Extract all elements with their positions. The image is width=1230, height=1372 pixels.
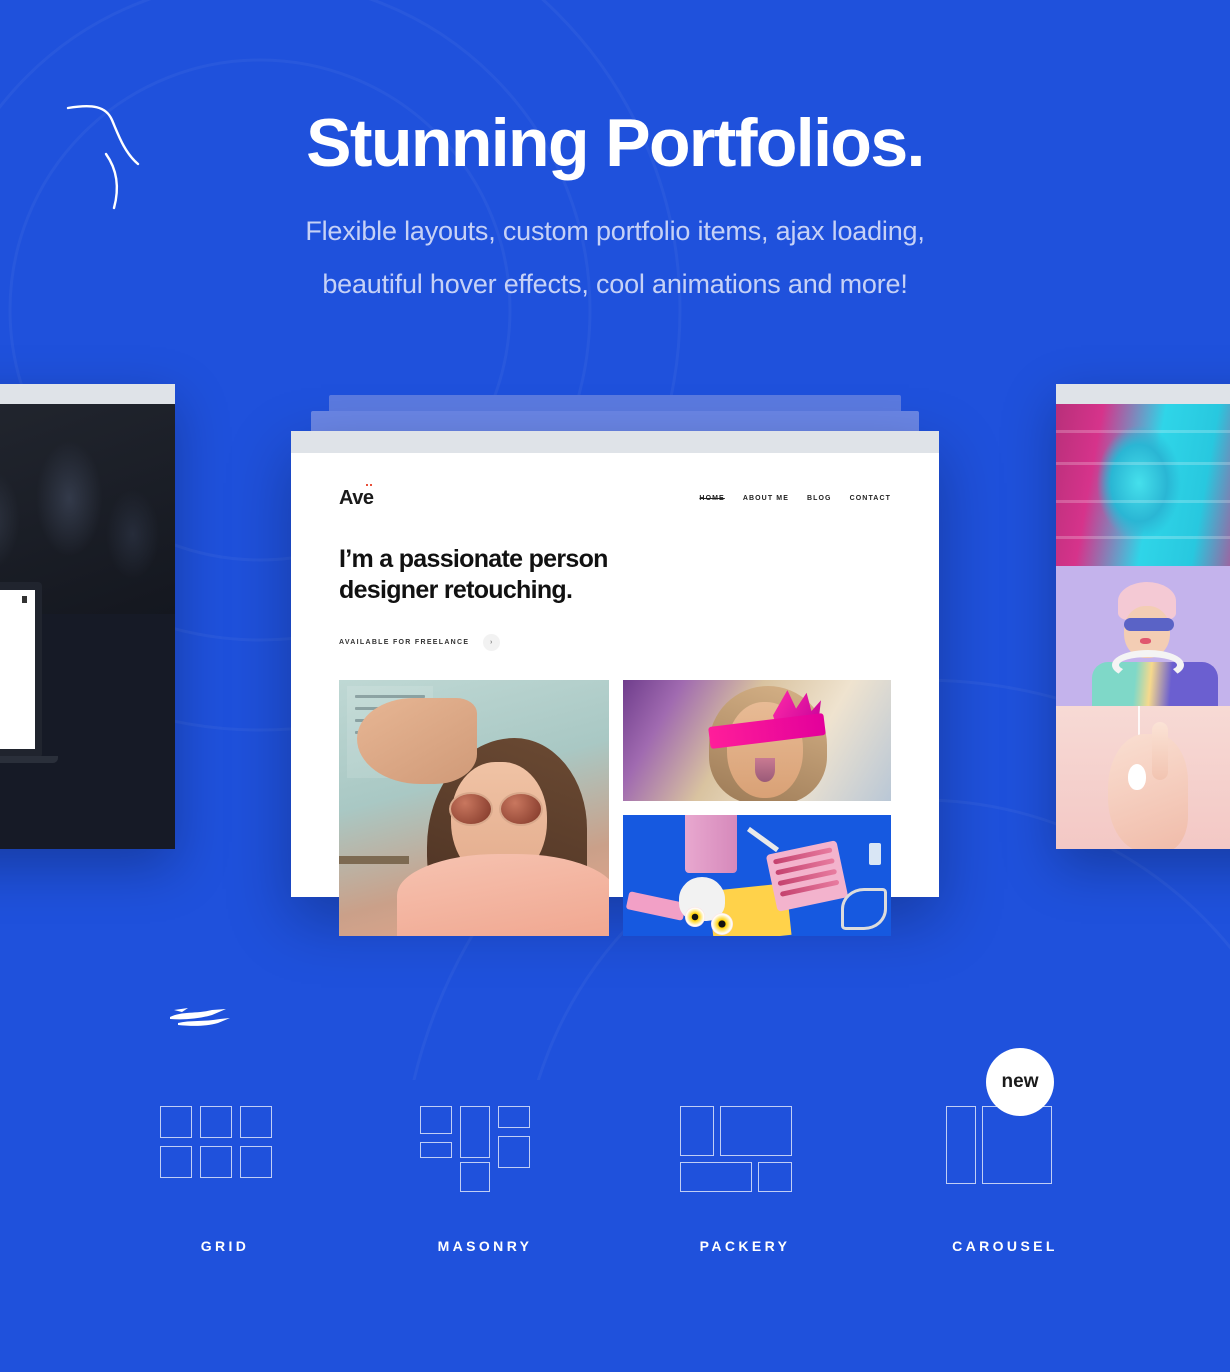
nav-item-about-me[interactable]: ABOUT ME <box>743 495 789 502</box>
site-header: Ave HOME ABOUT ME BLOG CONTACT <box>339 483 891 510</box>
layout-option-grid[interactable]: GRID <box>95 1080 355 1254</box>
laptop-screen: RA <box>0 589 35 749</box>
site-headline-line-1: I’m a passionate person <box>339 544 608 573</box>
chevron-right-icon[interactable]: › <box>483 634 501 652</box>
browser-title-bar <box>1056 383 1230 404</box>
layout-label-packery: PACKERY <box>699 1238 791 1254</box>
laptop-base <box>0 755 58 763</box>
freelance-label: AVAILABLE FOR FREELANCE <box>339 639 470 647</box>
nav-item-contact[interactable]: CONTACT <box>850 495 891 502</box>
mockups-showcase: e platform that of culture RA ased on Lo… <box>0 381 1230 1026</box>
new-badge: new <box>986 1048 1054 1116</box>
site-headline: I’m a passionate person designer retouch… <box>339 544 891 608</box>
packery-layout-icon <box>680 1080 810 1192</box>
carousel-layout-icon: new <box>940 1048 1070 1190</box>
freelance-cta[interactable]: AVAILABLE FOR FREELANCE › <box>339 634 891 652</box>
layout-label-masonry: MASONRY <box>437 1238 533 1254</box>
hero-subtitle-line-1: Flexible layouts, custom portfolio items… <box>305 216 925 247</box>
mockup-right-image-stack[interactable] <box>1056 383 1230 849</box>
browser-window[interactable]: Ave HOME ABOUT ME BLOG CONTACT I’m a pas… <box>291 430 939 937</box>
layout-option-carousel[interactable]: new CAROUSEL <box>875 1048 1135 1254</box>
browser-title-bar <box>291 430 939 453</box>
layout-option-packery[interactable]: PACKERY <box>615 1080 875 1254</box>
left-category-block: CATEGORY Digital Design <box>0 836 14 849</box>
logo-text: Ave <box>339 486 374 509</box>
portfolio-item-girl-sunglasses[interactable] <box>339 680 609 937</box>
hero-subtitle-line-2: beautiful hover effects, cool animations… <box>322 269 908 300</box>
brush-stroke-decoration <box>170 1007 230 1026</box>
portfolio-image-glitch-portrait[interactable] <box>1056 403 1230 566</box>
site-headline-line-2: designer retouching. <box>339 576 573 605</box>
hero-section: Stunning Portfolios. Flexible layouts, c… <box>0 0 1230 311</box>
browser-title-bar <box>0 383 175 404</box>
pen-icon <box>22 595 27 603</box>
squiggle-decoration <box>66 105 140 210</box>
portfolio-grid <box>339 680 891 937</box>
portfolio-item-beauty-flatlay[interactable] <box>623 815 891 937</box>
left-headline-line-2: of culture <box>0 493 148 516</box>
category-label: CATEGORY <box>0 845 14 849</box>
umlaut-dots-icon <box>366 483 373 486</box>
layout-types-section: GRID MASONRY PACKERY new CAROUSEL <box>0 1048 1230 1254</box>
nav-item-blog[interactable]: BLOG <box>807 495 832 502</box>
nav-item-home[interactable]: HOME <box>699 495 724 502</box>
layout-option-masonry[interactable]: MASONRY <box>355 1080 615 1254</box>
portfolio-item-pink-glasses[interactable] <box>623 680 891 802</box>
left-body-line-3: ge website. <box>0 812 84 832</box>
laptop-device: RA <box>0 581 42 758</box>
grid-layout-icon <box>160 1080 290 1190</box>
left-body-line-2: us to develop a new <box>0 792 84 812</box>
site-navigation[interactable]: HOME ABOUT ME BLOG CONTACT <box>699 495 891 502</box>
portfolio-image-hand-droplet[interactable] <box>1056 705 1230 849</box>
laptop-nav <box>0 590 35 609</box>
mockup-left-dark-portfolio[interactable]: e platform that of culture RA ased on Lo… <box>0 383 175 849</box>
page-title: Stunning Portfolios. <box>306 105 925 181</box>
layout-label-carousel: CAROUSEL <box>952 1238 1058 1254</box>
masonry-layout-icon <box>420 1080 550 1192</box>
site-logo[interactable]: Ave <box>339 483 374 510</box>
left-headline-line-1: e platform that <box>0 470 148 493</box>
portfolio-image-beanie-girl[interactable] <box>1056 565 1230 706</box>
layout-label-grid: GRID <box>200 1238 250 1254</box>
left-body-line-1: ased on London, <box>0 772 84 792</box>
